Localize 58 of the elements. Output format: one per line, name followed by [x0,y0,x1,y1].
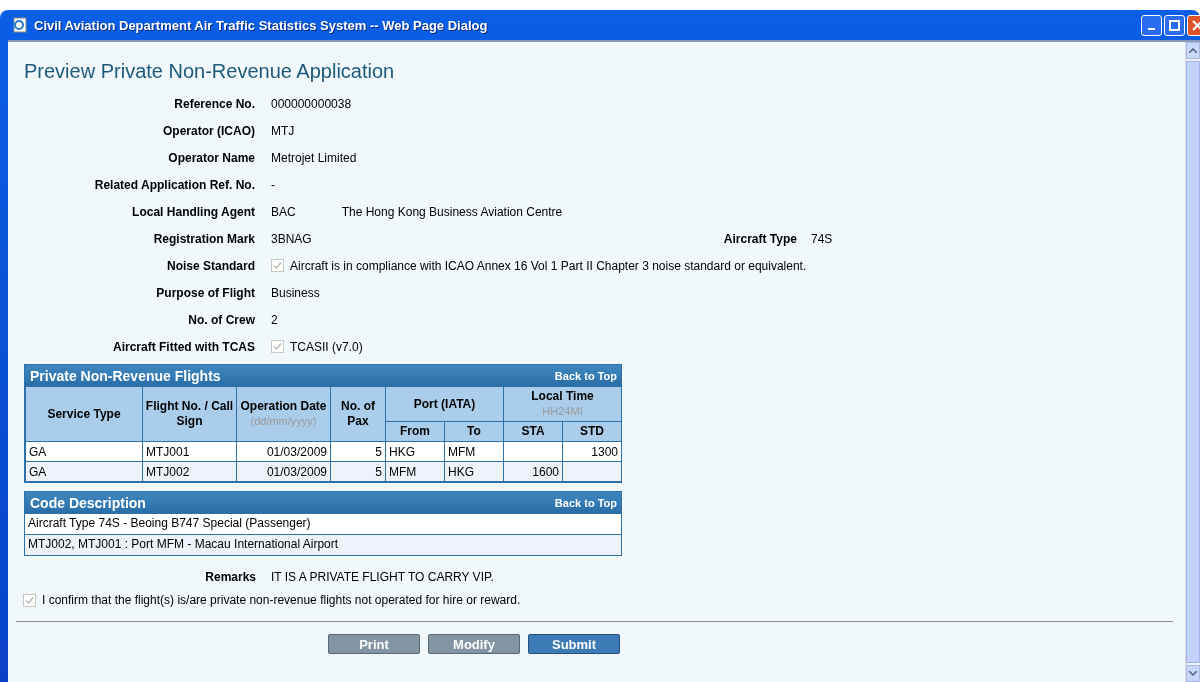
close-icon [1192,19,1200,31]
field-value: IT IS A PRIVATE FLIGHT TO CARRY VIP. [271,570,494,584]
table-cell: GA [25,461,143,482]
checkbox[interactable] [271,259,284,272]
section-title: Private Non-Revenue Flights [30,367,221,384]
column-header: Local Time HH24MI [503,386,622,422]
scroll-up-button[interactable] [1186,42,1200,59]
field-value: The Hong Kong Business Aviation Centre [341,204,563,219]
checkbox[interactable] [271,340,284,353]
field-label: Related Application Ref. No. [93,177,256,192]
code-description-row: Aircraft Type 74S - Beoing B747 Special (Passenger) [25,513,621,534]
field-value: BAC [271,204,296,219]
caret-down-icon [1189,671,1197,676]
checkbox-label: I confirm that the flight(s) is/are private non-revenue flights not operated for hire or reward. [42,593,521,607]
field-label: Aircraft Fitted with TCAS [112,339,256,354]
back-to-top-link[interactable]: Back to Top [554,496,617,509]
field-label: No. of Crew [187,312,256,327]
field-label: Operator (ICAO) [162,123,256,138]
field-label: Purpose of Flight [155,285,256,300]
field-label: Remarks [204,570,257,584]
minimize-icon [1148,28,1155,30]
back-to-top-link[interactable]: Back to Top [554,369,617,382]
caret-up-icon [1189,48,1197,53]
column-header: Port (IATA) [385,386,504,422]
minimize-button[interactable] [1141,14,1162,36]
field-label: Noise Standard [165,258,256,273]
checkbox[interactable] [23,593,36,607]
column-header: Flight No. / Call Sign [142,386,237,442]
field-label: Aircraft Type [723,231,797,246]
field-value: Business [271,285,320,300]
table-cell: GA [25,441,143,462]
window-title: Civil Aviation Department Air Traffic Statistics System -- Web Page Dialog [34,17,489,33]
field-value: 000000000038 [271,96,352,111]
action-button[interactable]: Modify [428,634,520,654]
field-label: Reference No. [173,96,256,111]
field-label: Registration Mark [152,231,256,246]
checkbox-label: TCASII (v7.0) [290,339,363,354]
maximize-icon [1169,19,1180,31]
field-value: 2 [271,312,278,327]
maximize-button[interactable] [1164,14,1185,36]
field-value: 3BNAG [271,231,312,246]
page-heading: Preview Private Non-Revenue Application [24,60,396,83]
submit-button[interactable]: Submit [528,634,620,654]
field-value: MTJ [271,123,295,138]
field-value: 74S [811,231,834,246]
page-icon [12,17,28,33]
scroll-down-button[interactable] [1186,665,1200,682]
field-label: Operator Name [167,150,256,165]
column-header: Operation Date (dd/mm/yyyy) [236,386,331,442]
column-header: Service Type [25,386,143,442]
action-button[interactable]: Print [328,634,420,654]
checkbox-label: Aircraft is in compliance with ICAO Annex 16 Vol 1 Part II Chapter 3 noise standard or equivalent. [290,258,807,273]
section-title: Code Description [30,494,146,511]
code-description-row: MTJ002, MTJ001 : Port MFM - Macau International Airport [25,534,621,555]
field-value: Metrojet Limited [271,150,357,165]
field-label: Local Handling Agent [131,204,256,219]
field-value: - [271,177,275,192]
column-header: No. of Pax [330,386,386,442]
